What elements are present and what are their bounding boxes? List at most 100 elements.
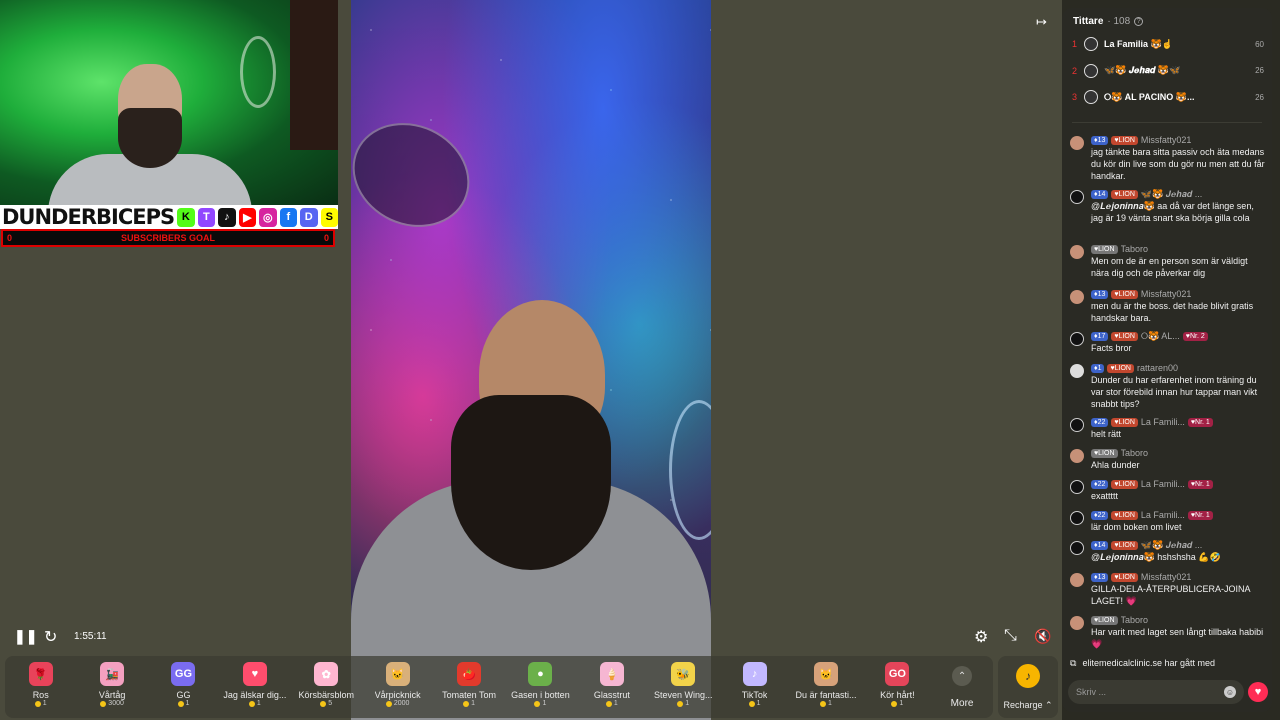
avatar[interactable]	[1070, 332, 1084, 346]
level-badge: ♦1	[1091, 363, 1105, 373]
avatar[interactable]	[1070, 418, 1084, 432]
gift-name: Vårtåg	[98, 690, 126, 700]
avatar[interactable]	[1070, 190, 1084, 204]
avatar	[1084, 37, 1098, 51]
gift-icon: 🐱	[813, 662, 838, 686]
chat-username[interactable]: La Famili...	[1141, 417, 1185, 427]
fan-club-badge: ♥LION	[1111, 572, 1138, 582]
chat-username[interactable]: Taboro	[1121, 448, 1149, 458]
gift-item[interactable]: 🍦 Glasstrut 1	[576, 662, 647, 707]
gift-price: 2000	[385, 700, 409, 707]
minimize-screen-icon[interactable]: ⤡	[1004, 627, 1017, 645]
top-viewer-row[interactable]: 2 🦋🐯 𝑱𝒆𝒉𝒂𝒅 🐯🦋 26	[1072, 63, 1264, 79]
gift-item[interactable]: GO Kör hårt! 1	[862, 662, 933, 707]
rank-number: 2	[1072, 65, 1078, 76]
fan-club-badge: ♥LION	[1111, 479, 1138, 489]
viewer-score: 26	[1255, 66, 1264, 75]
chat-message: ♦13 ♥LION Missfatty021 men du är the boss. …	[1070, 288, 1266, 324]
chat-message: ♦14 ♥LION 🦋🐯 𝑱𝒆𝒉𝒂𝒅 ... @𝑳𝒆𝒋𝒐𝒏𝒊𝒏𝒏𝒂🐯 aa då va…	[1070, 188, 1266, 224]
chat-username[interactable]: Taboro	[1121, 244, 1149, 254]
top-viewer-row[interactable]: 1 La Familia 🐯☝ 60	[1072, 36, 1264, 52]
gift-name: Du är fantasti...	[795, 690, 857, 700]
avatar[interactable]	[1070, 136, 1084, 150]
gift-icon: 🍅	[457, 662, 482, 686]
gift-name: TikTok	[741, 690, 768, 700]
fan-club-badge: ♥LION	[1091, 615, 1118, 625]
gift-price: 1	[463, 700, 475, 707]
gift-item[interactable]: 🐱 Du är fantasti... 1	[790, 662, 861, 707]
level-badge: ♦22	[1091, 479, 1109, 489]
chat-username[interactable]: Missfatty021	[1141, 572, 1192, 582]
emoji-icon[interactable]: ☺	[1224, 686, 1236, 698]
facebook-icon: f	[279, 207, 298, 227]
gift-icon: GG	[171, 662, 196, 686]
avatar[interactable]	[1070, 616, 1084, 630]
gift-item[interactable]: ♥ Jag älskar dig... 1	[219, 662, 290, 707]
gift-icon: ♪	[742, 662, 767, 686]
subscribers-goal-bar: 0 SUBSCRIBERS GOAL 0	[1, 229, 335, 247]
gift-item[interactable]: 🌹 Ros 1	[5, 662, 76, 707]
stream-video[interactable]	[351, 0, 711, 720]
gift-item[interactable]: 🐝 Steven Wing... 1	[648, 662, 719, 707]
gift-item[interactable]: 🐱 Vårpicknick 2000	[362, 662, 433, 707]
chat-username[interactable]: Missfatty021	[1141, 289, 1192, 299]
recharge-button[interactable]: ♪ Recharge ⌃	[998, 656, 1058, 718]
chat-message: ♦22 ♥LION La Famili... ♥Nr. 1 exattttt	[1070, 478, 1266, 502]
pause-icon[interactable]: ❚❚	[14, 628, 37, 645]
gift-item[interactable]: 🚂 Vårtåg 3000	[76, 662, 147, 707]
gift-item[interactable]: ● Gasen i botten 1	[505, 662, 576, 707]
chevron-up-icon: ⌃	[952, 666, 973, 686]
chat-message: ♦13 ♥LION Missfatty021 GILLA-DELA-ÅTERPUBLI…	[1070, 571, 1266, 607]
viewer-count: · 108	[1107, 16, 1131, 27]
avatar[interactable]	[1070, 573, 1084, 587]
gift-name: Kör hårt!	[880, 690, 915, 700]
chat-username[interactable]: Missfatty021	[1141, 135, 1192, 145]
fan-club-badge: ♥LION	[1111, 289, 1138, 299]
top-viewer-row[interactable]: 3 ⭘🐯 AL PACINO 🐯... 26	[1072, 89, 1264, 105]
chat-message: ♦22 ♥LION La Famili... ♥Nr. 1 helt rätt	[1070, 416, 1266, 440]
gift-icon: 🍦	[599, 662, 624, 686]
gift-item[interactable]: ✿ Körsbärsblom 5	[291, 662, 362, 707]
chat-username[interactable]: 🦋🐯 𝑱𝒆𝒉𝒂𝒅 ...	[1141, 540, 1202, 551]
chat-input[interactable]: Skriv ... ☺	[1068, 680, 1244, 704]
settings-gear-icon[interactable]: ⚙	[974, 627, 988, 647]
rank-number: 3	[1072, 92, 1078, 102]
chat-username[interactable]: La Famili...	[1141, 510, 1185, 520]
avatar[interactable]	[1070, 245, 1084, 259]
chat-text: Har varit med laget sen långt tillbaka h…	[1091, 627, 1264, 649]
viewers-header: Tittare · 108 ?	[1073, 16, 1144, 27]
avatar[interactable]	[1070, 449, 1084, 463]
chat-input-placeholder: Skriv ...	[1076, 687, 1107, 697]
collapse-panel-icon[interactable]: ↦	[1036, 14, 1047, 30]
chat-username[interactable]: La Famili...	[1141, 479, 1185, 489]
gift-name: Ros	[32, 690, 49, 700]
chat-username[interactable]: 🦋🐯 𝑱𝒆𝒉𝒂𝒅 ...	[1141, 189, 1202, 200]
gift-icon: GO	[885, 662, 910, 686]
fan-club-badge: ♥LION	[1111, 417, 1138, 427]
refresh-icon[interactable]: ↻	[44, 627, 57, 647]
gift-item[interactable]: 🍅 Tomaten Tom 1	[433, 662, 504, 707]
gift-item[interactable]: ♪ TikTok 1	[719, 662, 790, 707]
fan-club-badge: ♥LION	[1107, 363, 1134, 373]
more-gifts-button[interactable]: ⌃ More	[933, 662, 991, 709]
mute-icon[interactable]: 🔇	[1034, 628, 1051, 645]
avatar[interactable]	[1070, 480, 1084, 494]
chat-text: @𝑳𝒆𝒋𝒐𝒏𝒊𝒏𝒏𝒂🐯 hshshsha 💪🤣	[1091, 552, 1221, 562]
avatar[interactable]	[1070, 364, 1084, 378]
level-badge: ♦13	[1091, 289, 1109, 299]
gift-name: Steven Wing...	[653, 690, 713, 700]
gift-item[interactable]: GG GG 1	[148, 662, 219, 707]
avatar[interactable]	[1070, 290, 1084, 304]
like-heart-button[interactable]: ♥	[1248, 682, 1268, 702]
chat-username[interactable]: ⭘🐯 AL...	[1141, 331, 1180, 342]
avatar[interactable]	[1070, 541, 1084, 555]
gift-price: 3000	[100, 700, 124, 707]
avatar[interactable]	[1070, 511, 1084, 525]
level-badge: ♦13	[1091, 135, 1109, 145]
chat-username[interactable]: Taboro	[1121, 615, 1149, 625]
info-icon[interactable]: ?	[1134, 17, 1144, 26]
chat-message: ♥LION Taboro Har varit med laget sen långt…	[1070, 614, 1266, 650]
chat-username[interactable]: rattaren00	[1137, 363, 1178, 373]
level-badge: ♦14	[1091, 189, 1109, 199]
gift-name: GG	[176, 690, 191, 700]
